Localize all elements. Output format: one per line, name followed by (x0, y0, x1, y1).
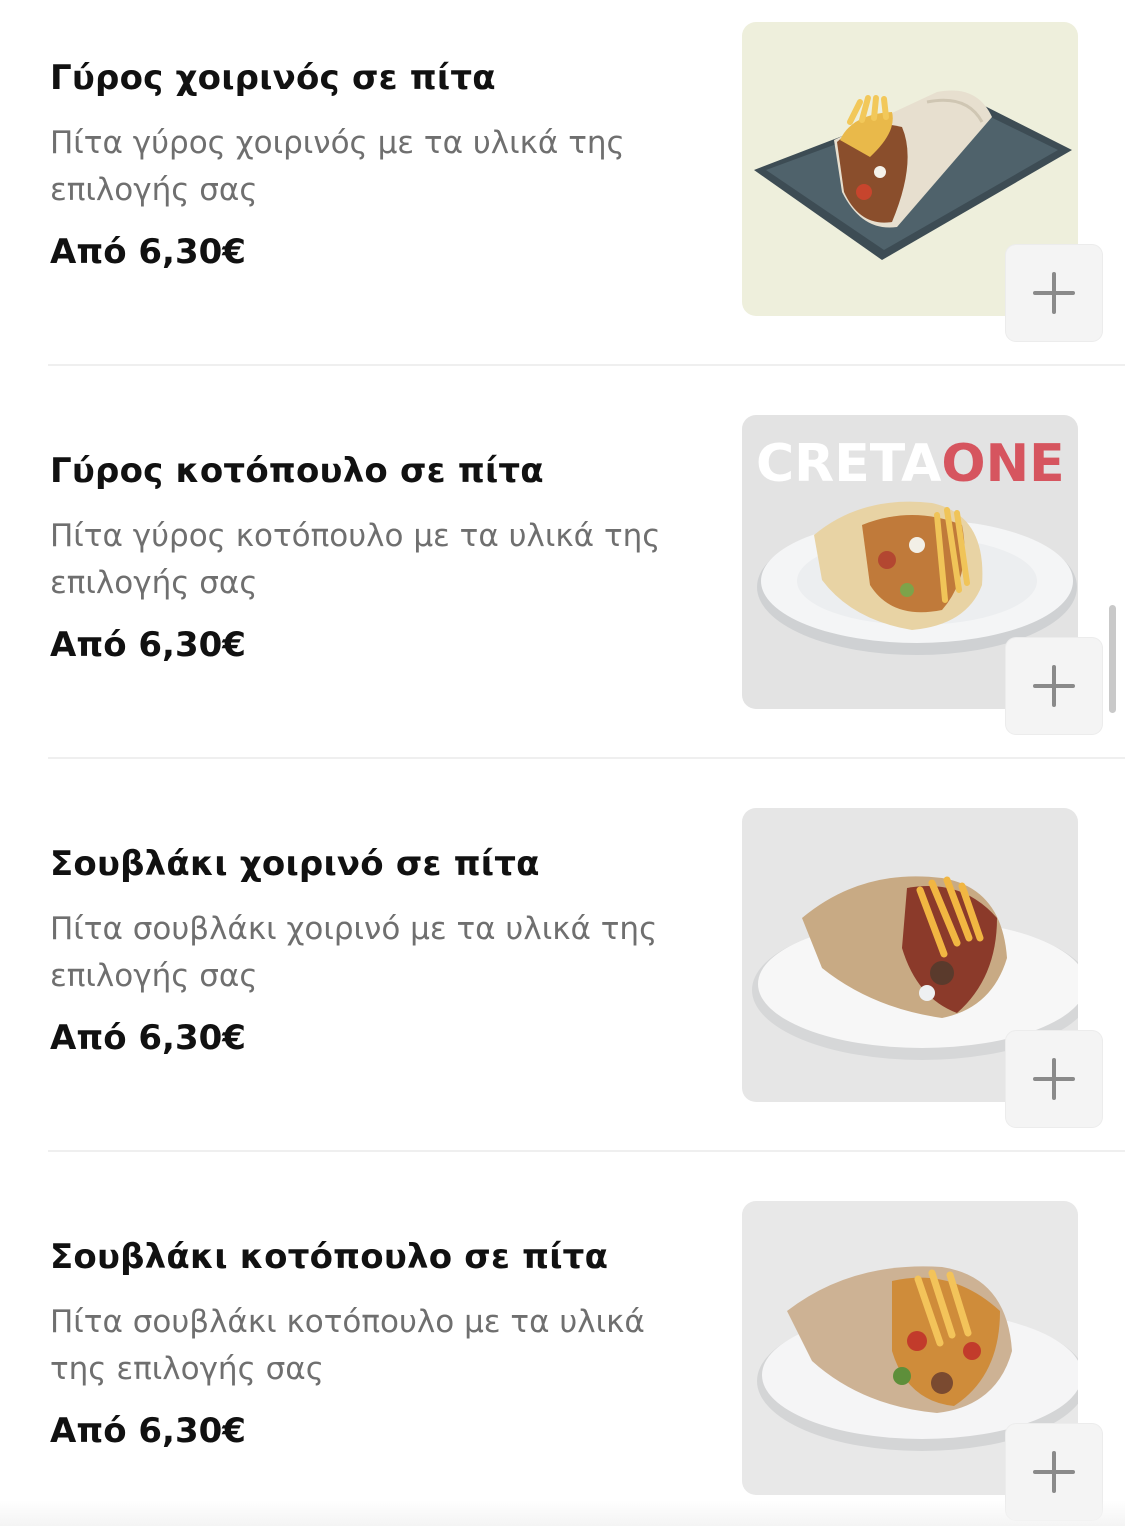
scrollbar-thumb[interactable] (1109, 605, 1116, 713)
item-description: Πίτα γύρος χοιρινός με τα υλικά της επιλ… (50, 125, 625, 208)
item-title: Σουβλάκι χοιρινό σε πίτα (50, 844, 540, 884)
item-title: Σουβλάκι κοτόπουλο σε πίτα (50, 1237, 609, 1277)
menu-item-pork-gyros[interactable]: Γύρος χοιρινός σε πίτα Πίτα γύρος χοιριν… (0, 0, 1125, 393)
divider (48, 757, 1125, 759)
plus-icon (1033, 665, 1075, 707)
add-to-cart-button[interactable] (1006, 245, 1102, 341)
add-to-cart-button[interactable] (1006, 638, 1102, 734)
menu-item-chicken-gyros[interactable]: Γύρος κοτόπουλο σε πίτα Πίτα γύρος κοτόπ… (0, 393, 1125, 786)
add-to-cart-button[interactable] (1006, 1031, 1102, 1127)
item-price: Από 6,30€ (50, 1411, 246, 1451)
plus-icon (1033, 272, 1075, 314)
item-description: Πίτα σουβλάκι χοιρινό με τα υλικά της επ… (50, 911, 658, 994)
bottom-fade (0, 1500, 1125, 1526)
item-description: Πίτα γύρος κοτόπουλο με τα υλικά της επι… (50, 518, 661, 601)
item-description: Πίτα σουβλάκι κοτόπουλο με τα υλικά της … (50, 1304, 645, 1387)
item-price: Από 6,30€ (50, 1018, 246, 1058)
item-price: Από 6,30€ (50, 625, 246, 665)
brand-logo-text: CRETAONE (756, 434, 1065, 494)
menu-item-pork-souvlaki[interactable]: Σουβλάκι χοιρινό σε πίτα Πίτα σουβλάκι χ… (0, 786, 1125, 1179)
item-price: Από 6,30€ (50, 232, 246, 272)
menu-list: Γύρος χοιρινός σε πίτα Πίτα γύρος χοιριν… (0, 0, 1125, 1526)
plus-icon (1033, 1451, 1075, 1493)
item-title: Γύρος χοιρινός σε πίτα (50, 58, 496, 98)
divider (48, 364, 1125, 366)
menu-item-chicken-souvlaki[interactable]: Σουβλάκι κοτόπουλο σε πίτα Πίτα σουβλάκι… (0, 1179, 1125, 1526)
item-title: Γύρος κοτόπουλο σε πίτα (50, 451, 544, 491)
divider (48, 1150, 1125, 1152)
plus-icon (1033, 1058, 1075, 1100)
